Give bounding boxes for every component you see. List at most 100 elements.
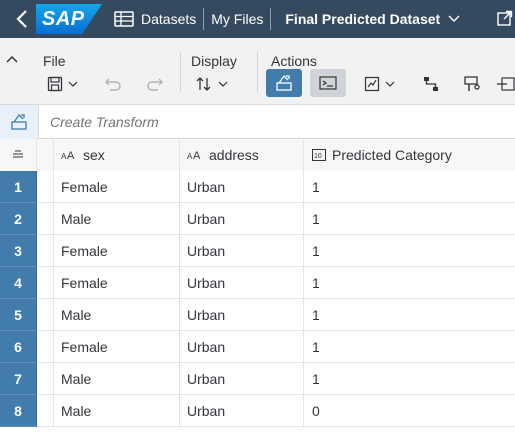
row-spacer: [37, 235, 54, 267]
cell-sex[interactable]: Female: [54, 267, 180, 299]
transform-icon: [11, 113, 27, 130]
svg-text:A: A: [193, 150, 201, 160]
add-column-menu-button[interactable]: [360, 70, 398, 98]
row-number[interactable]: 8: [0, 395, 37, 427]
toolbar: File Display Actions: [0, 38, 515, 105]
row-number[interactable]: 7: [0, 363, 37, 395]
svg-text:A: A: [67, 150, 75, 160]
cell-address[interactable]: Urban: [180, 395, 304, 427]
open-in-new-window-button[interactable]: [497, 10, 513, 31]
cell-address[interactable]: Urban: [180, 267, 304, 299]
row-number[interactable]: 2: [0, 203, 37, 235]
transform-bar-icon-button[interactable]: [0, 105, 39, 139]
cell-predicted-category[interactable]: 1: [304, 299, 515, 331]
row-number[interactable]: 6: [0, 331, 37, 363]
cell-predicted-category[interactable]: 1: [304, 235, 515, 267]
align-icon: [13, 150, 23, 158]
cell-sex[interactable]: Female: [54, 331, 180, 363]
cell-sex[interactable]: Male: [54, 299, 180, 331]
row-number[interactable]: 1: [0, 171, 37, 203]
sap-logo: SAP: [36, 4, 102, 34]
console-icon: [319, 76, 337, 90]
chevron-up-icon: [6, 55, 18, 63]
data-grid: AA sex AA address 10 Predicted Category …: [0, 139, 515, 427]
sort-menu-button[interactable]: [191, 70, 231, 98]
save-menu-button[interactable]: [43, 70, 81, 98]
column-header-sex[interactable]: AA sex: [54, 139, 180, 171]
numeric-type-icon: 10: [312, 149, 326, 161]
column-chart-icon: [364, 76, 379, 92]
cell-predicted-category[interactable]: 0: [304, 395, 515, 427]
more-actions-button[interactable]: [497, 70, 515, 98]
hierarchy-icon: [424, 77, 438, 91]
grid-header-row: AA sex AA address 10 Predicted Category: [0, 139, 515, 171]
cell-sex[interactable]: Male: [54, 363, 180, 395]
cell-sex[interactable]: Female: [54, 235, 180, 267]
chevron-down-icon: [218, 81, 227, 87]
column-header-predicted-category[interactable]: 10 Predicted Category: [304, 139, 515, 171]
chevron-down-icon: [68, 81, 77, 87]
row-spacer: [37, 395, 54, 427]
column-label: sex: [83, 147, 105, 163]
cell-sex[interactable]: Male: [54, 395, 180, 427]
redo-button[interactable]: [145, 70, 165, 98]
table-row: 3 Female Urban 1: [0, 235, 515, 267]
header-spacer: [37, 139, 54, 171]
cell-predicted-category[interactable]: 1: [304, 363, 515, 395]
hierarchy-button[interactable]: [420, 70, 442, 98]
cell-predicted-category[interactable]: 1: [304, 171, 515, 203]
chevron-down-icon: [448, 15, 460, 22]
row-spacer: [37, 171, 54, 203]
cell-address[interactable]: Urban: [180, 299, 304, 331]
transform-bar: [0, 105, 515, 139]
cell-address[interactable]: Urban: [180, 171, 304, 203]
undo-icon: [105, 78, 121, 91]
toolbar-divider: [180, 52, 181, 92]
open-external-icon: [497, 10, 513, 26]
toolbar-divider: [257, 52, 258, 92]
row-spacer: [37, 267, 54, 299]
actions-group-label: Actions: [271, 53, 317, 69]
split-column-icon: [497, 77, 515, 91]
table-row: 5 Male Urban 1: [0, 299, 515, 331]
breadcrumb-label: Datasets: [141, 11, 197, 27]
geo-enrich-button[interactable]: [462, 70, 484, 98]
map-pin-table-icon: [464, 76, 480, 91]
dataset-title-menu[interactable]: Final Predicted Dataset: [285, 0, 460, 38]
table-row: 8 Male Urban 0: [0, 395, 515, 427]
cell-address[interactable]: Urban: [180, 235, 304, 267]
display-group-label: Display: [191, 53, 237, 69]
chevron-left-icon: [16, 10, 27, 28]
row-number[interactable]: 5: [0, 299, 37, 331]
cell-predicted-category[interactable]: 1: [304, 267, 515, 299]
row-spacer: [37, 299, 54, 331]
breadcrumb-label: My Files: [211, 11, 264, 27]
cell-address[interactable]: Urban: [180, 203, 304, 235]
page-title: Final Predicted Dataset: [285, 11, 441, 27]
cell-predicted-category[interactable]: 1: [304, 203, 515, 235]
breadcrumb-datasets[interactable]: Datasets: [114, 0, 196, 38]
grid-body: 1 Female Urban 1 2 Male Urban 1 3 Female…: [0, 171, 515, 427]
cell-sex[interactable]: Male: [54, 203, 180, 235]
cell-predicted-category[interactable]: 1: [304, 331, 515, 363]
column-header-address[interactable]: AA address: [180, 139, 304, 171]
table-row: 2 Male Urban 1: [0, 203, 515, 235]
cell-address[interactable]: Urban: [180, 331, 304, 363]
cell-sex[interactable]: Female: [54, 171, 180, 203]
breadcrumb-divider: [270, 8, 272, 30]
transform-button[interactable]: [266, 69, 302, 97]
formula-bar-toggle-button[interactable]: [310, 69, 346, 97]
row-number[interactable]: 3: [0, 235, 37, 267]
svg-text:10: 10: [314, 153, 322, 160]
save-icon: [47, 76, 62, 92]
row-number[interactable]: 4: [0, 267, 37, 299]
chevron-down-icon: [385, 81, 394, 87]
cell-address[interactable]: Urban: [180, 363, 304, 395]
create-transform-input[interactable]: [50, 114, 350, 130]
select-all-rows-button[interactable]: [0, 139, 37, 171]
column-label: Predicted Category: [332, 147, 452, 163]
breadcrumb-my-files[interactable]: My Files: [211, 0, 263, 38]
row-spacer: [37, 363, 54, 395]
undo-button[interactable]: [103, 70, 123, 98]
collapse-toolbar-button[interactable]: [6, 50, 18, 68]
